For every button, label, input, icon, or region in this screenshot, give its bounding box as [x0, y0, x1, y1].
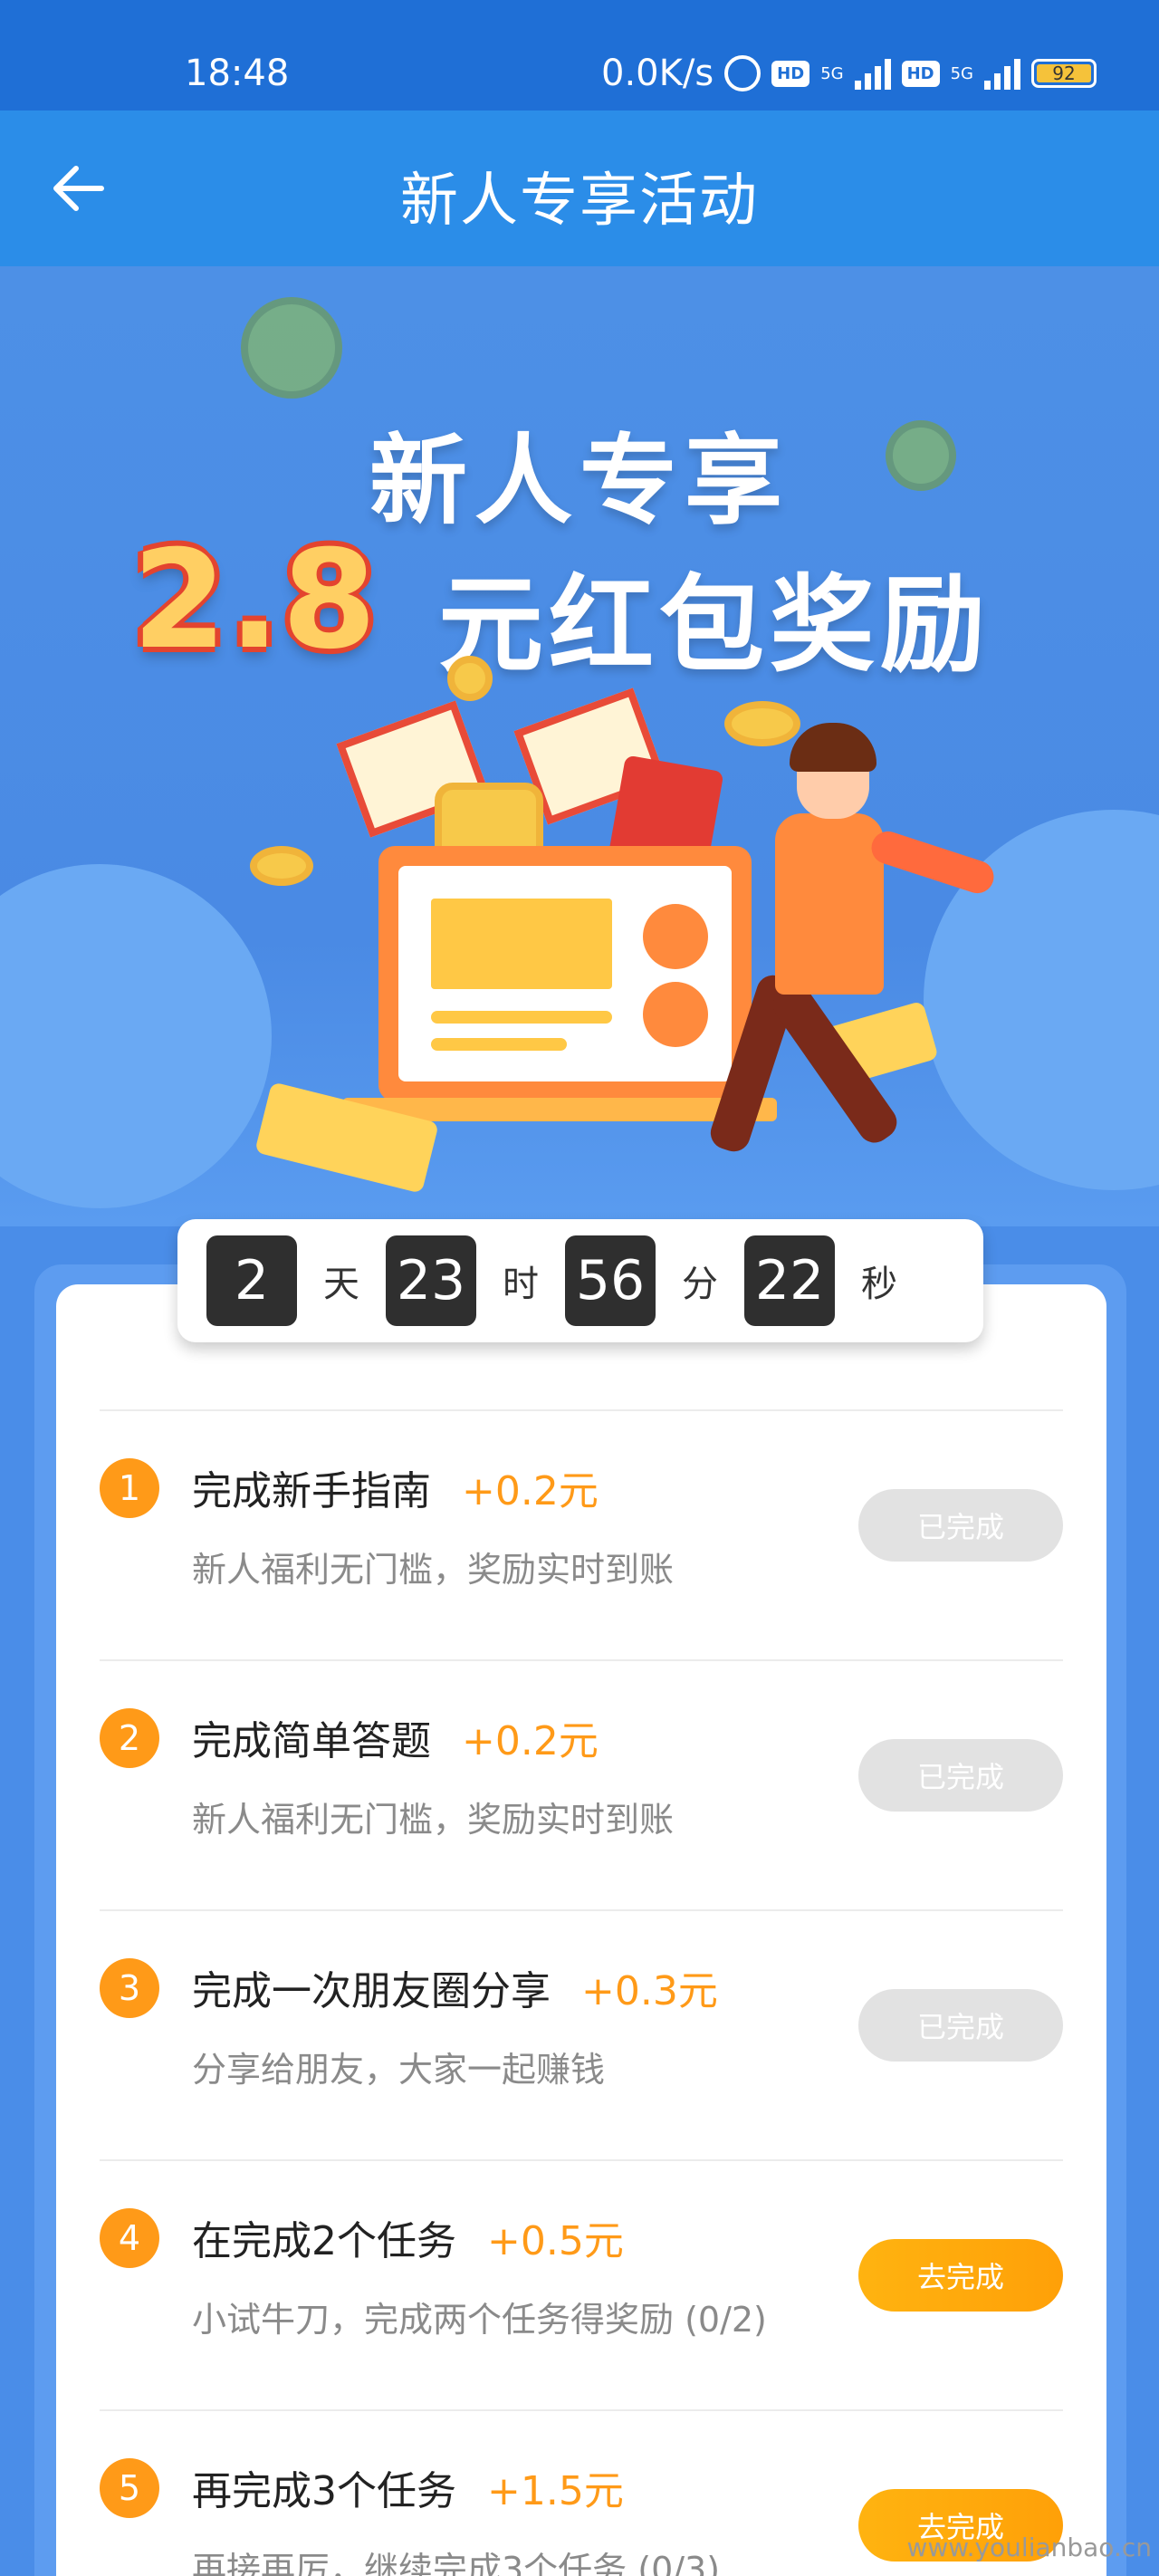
task-number: 5 — [100, 2458, 159, 2518]
status-bar: 18:48 0.0K/s HD 5G HD 5G 92 — [0, 0, 1159, 111]
task-number: 3 — [100, 1958, 159, 2018]
task-reward: +0.3元 — [581, 1968, 718, 2014]
task-completed-button[interactable]: 已完成 — [858, 1489, 1063, 1562]
task-reward: +1.5元 — [487, 2468, 624, 2514]
countdown-hours: 23 — [386, 1235, 476, 1326]
alarm-icon — [724, 55, 761, 91]
app-header: 新人专享活动 — [0, 111, 1159, 266]
status-icons: 0.0K/s HD 5G HD 5G 92 — [601, 53, 1097, 94]
task-item-1: 1 完成新手指南 +0.2元 新人福利无门槛，奖励实时到账 已完成 — [100, 1409, 1063, 1659]
page-title: 新人专享活动 — [400, 168, 759, 235]
task-reward: +0.2元 — [462, 1718, 599, 1764]
task-name: 完成简单答题 — [192, 1718, 431, 1764]
task-desc: 新人福利无门槛，奖励实时到账 — [192, 1550, 675, 1590]
task-item-2: 2 完成简单答题 +0.2元 新人福利无门槛，奖励实时到账 已完成 — [100, 1659, 1063, 1909]
task-go-button[interactable]: 去完成 — [858, 2239, 1063, 2312]
cloud-left — [0, 864, 272, 1208]
network-type-1: 5G — [820, 63, 844, 83]
task-name: 完成一次朋友圈分享 — [192, 1968, 551, 2014]
coin-icon — [724, 701, 800, 746]
task-item-3: 3 完成一次朋友圈分享 +0.3元 分享给朋友，大家一起赚钱 已完成 — [100, 1909, 1063, 2159]
countdown-days: 2 — [206, 1235, 297, 1326]
task-completed-button[interactable]: 已完成 — [858, 1739, 1063, 1812]
banner-subline: 元红包奖励 — [438, 564, 991, 687]
hero-banner: 新人专享 2.8 元红包奖励 — [0, 266, 1159, 1226]
task-number: 1 — [100, 1458, 159, 1518]
task-desc: 小试牛刀，完成两个任务得奖励 (0/2) — [192, 2300, 767, 2340]
status-time: 18:48 — [185, 53, 290, 94]
task-number: 4 — [100, 2208, 159, 2268]
countdown-minutes-unit: 分 — [682, 1264, 718, 1305]
signal-icon-2 — [984, 57, 1021, 90]
task-name: 在完成2个任务 — [192, 2218, 456, 2264]
signal-icon — [854, 57, 891, 90]
countdown-timer: 2 天 23 时 56 分 22 秒 — [177, 1219, 983, 1342]
coin-icon — [447, 656, 493, 701]
task-reward: +0.5元 — [487, 2218, 624, 2264]
coin-icon — [250, 846, 313, 886]
task-desc: 分享给朋友，大家一起赚钱 — [192, 2050, 606, 2090]
countdown-seconds-unit: 秒 — [861, 1264, 897, 1305]
countdown-seconds: 22 — [744, 1235, 835, 1326]
task-desc: 再接再厉，继续完成3个任务 (0/3) — [192, 2550, 721, 2576]
battery-level: 92 — [1037, 64, 1092, 82]
coin-icon — [241, 297, 342, 399]
countdown-minutes: 56 — [565, 1235, 656, 1326]
task-completed-button[interactable]: 已完成 — [858, 1989, 1063, 2062]
network-type-2: 5G — [950, 63, 974, 83]
task-desc: 新人福利无门槛，奖励实时到账 — [192, 1800, 675, 1840]
task-item-4: 4 在完成2个任务 +0.5元 小试牛刀，完成两个任务得奖励 (0/2) 去完成 — [100, 2159, 1063, 2409]
hd-badge: HD — [771, 60, 810, 87]
banner-amount: 2.8 — [132, 522, 378, 679]
task-number: 2 — [100, 1708, 159, 1768]
watermark: www.youlianbao.cn — [906, 2533, 1152, 2562]
countdown-days-unit: 天 — [323, 1264, 359, 1305]
task-reward: +0.2元 — [462, 1468, 599, 1514]
task-name: 再完成3个任务 — [192, 2468, 456, 2514]
hd-badge-2: HD — [901, 60, 940, 87]
task-name: 完成新手指南 — [192, 1468, 431, 1514]
laptop-illustration — [378, 846, 752, 1101]
countdown-hours-unit: 时 — [503, 1264, 539, 1305]
net-speed: 0.0K/s — [601, 53, 714, 94]
battery-icon: 92 — [1031, 59, 1097, 88]
